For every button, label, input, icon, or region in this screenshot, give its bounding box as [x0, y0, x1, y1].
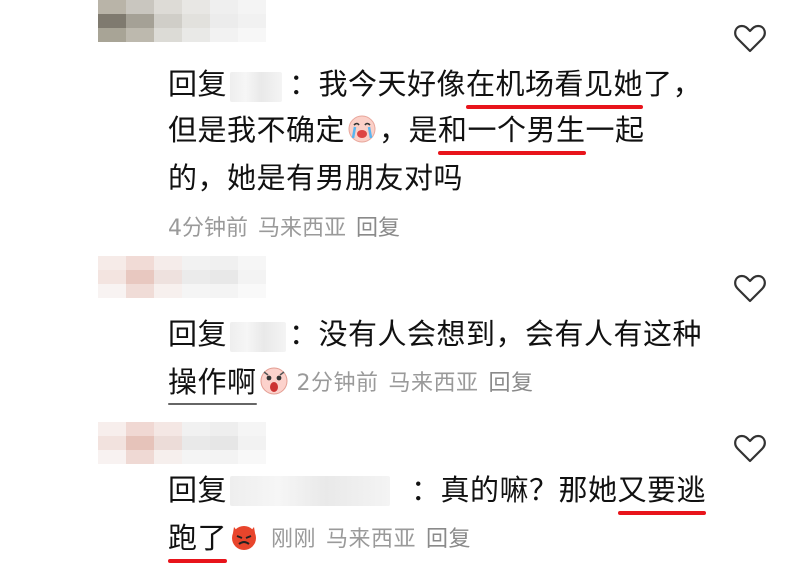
devil-face-emoji	[232, 526, 257, 550]
heart-outline-icon[interactable]	[732, 270, 768, 306]
comment-1-line-1: 回复 ：我今天好像在机场看见她了，	[168, 62, 702, 109]
comment-1-line-2: 但是我不确定 ，是和一个男生一起	[168, 108, 645, 155]
comment-2: 回复 ：没有人会想到，会有人有这种 操作啊 2分钟前 马来西亚 回复	[0, 250, 800, 410]
reply-label: 回复	[168, 473, 228, 507]
reply-label: 回复	[168, 67, 228, 101]
reply-button[interactable]: 回复	[489, 371, 534, 396]
highlight-underline: 又要逃	[617, 468, 707, 515]
avatar[interactable]	[98, 0, 266, 42]
heart-outline-icon[interactable]	[732, 430, 768, 466]
timestamp: 4分钟前	[168, 216, 248, 241]
comment-meta: 4分钟前 马来西亚 回复	[168, 210, 410, 242]
comment-3-line-2: 跑了 刚刚 马来西亚 回复	[168, 516, 481, 563]
screaming-face-emoji	[260, 367, 288, 395]
comment-2-line-2: 操作啊 2分钟前 马来西亚 回复	[168, 360, 544, 406]
comment-meta: 刚刚 马来西亚 回复	[271, 527, 481, 552]
highlight-underline: 在机场看见她	[466, 62, 644, 109]
comment-meta: 2分钟前 马来西亚 回复	[297, 371, 544, 396]
timestamp: 刚刚	[271, 527, 317, 552]
comment-3-line-1: 回复 ：真的嘛？那她又要逃	[168, 468, 707, 515]
location: 马来西亚	[258, 216, 347, 241]
highlight-underline-gray: 操作啊	[168, 360, 257, 405]
comment-3: 回复 ：真的嘛？那她又要逃 跑了 刚刚 马来西亚 回复	[0, 410, 800, 575]
timestamp: 2分钟前	[296, 371, 379, 396]
avatar[interactable]	[98, 422, 266, 464]
crying-face-emoji	[348, 115, 376, 143]
comment-1-line-3: 的，她是有男朋友对吗	[168, 161, 464, 195]
reply-button[interactable]: 回复	[356, 216, 400, 241]
comment-2-line-1: 回复 ：没有人会想到，会有人有这种	[168, 317, 703, 351]
reply-label: 回复	[168, 317, 228, 351]
heart-outline-icon[interactable]	[732, 20, 768, 56]
highlight-underline: 和一个男生	[438, 108, 586, 155]
comment-1: 回复 ：我今天好像在机场看见她了， 但是我不确定 ，是和一个男生一起 的，她是有男…	[0, 0, 800, 250]
highlight-underline: 跑了	[168, 516, 228, 563]
location: 马来西亚	[388, 371, 479, 396]
location: 马来西亚	[326, 527, 417, 552]
avatar[interactable]	[98, 256, 266, 298]
reply-button[interactable]: 回复	[426, 527, 471, 552]
